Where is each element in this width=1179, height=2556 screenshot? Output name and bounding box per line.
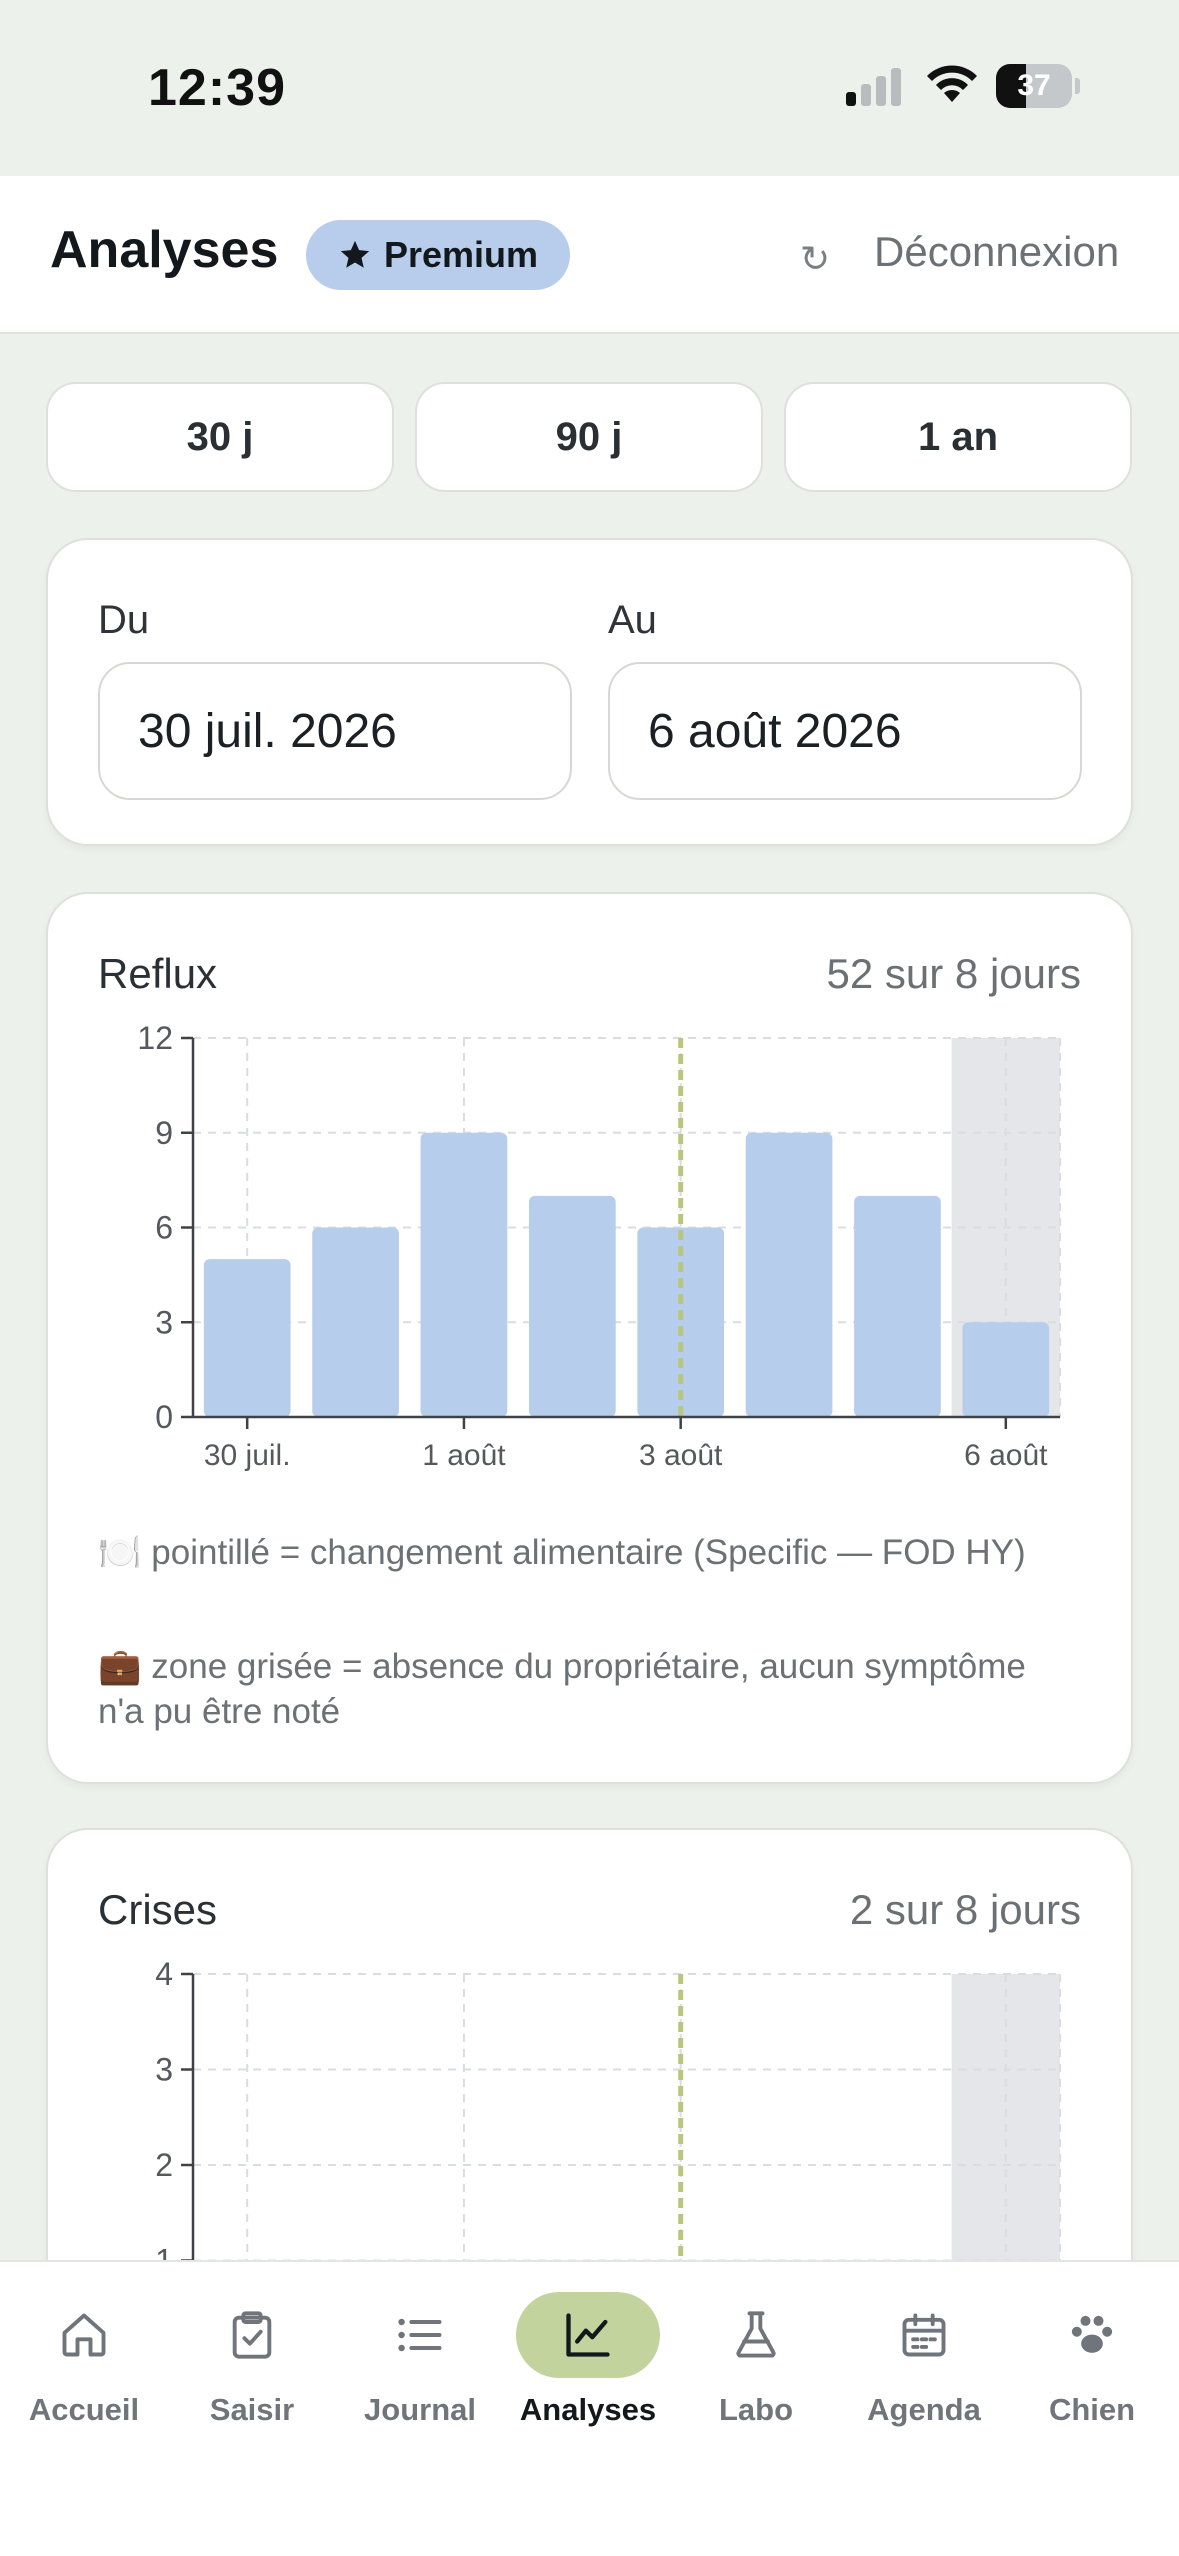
page-title: Analyses [50,221,279,279]
tab-accueil[interactable]: Accueil [0,2292,168,2452]
home-icon [12,2292,156,2378]
y-tick-label: 2 [155,2147,173,2183]
y-tick-label: 9 [155,1115,173,1151]
bar [745,1132,833,1417]
x-tick-label: 6 août [964,1439,1048,1472]
premium-badge: Premium [306,220,570,290]
y-tick-label: 6 [155,1210,173,1246]
calendar-icon [852,2292,996,2378]
star-icon [340,240,370,268]
tab-label: Labo [718,2392,794,2427]
tab-label: Saisir [209,2392,295,2427]
list-icon [348,2292,492,2378]
tab-label: Agenda [867,2392,981,2427]
tab-journal[interactable]: Journal [336,2292,504,2452]
x-tick-label: 30 juil. [204,1439,291,1472]
legend-food-change: 🍽️ pointillé = changement alimentaire (S… [98,1533,1026,1572]
x-tick-label: 1 août [422,1439,506,1472]
period-90d-button[interactable]: 90 j [415,382,763,492]
bottom-tab-bar: Accueil Saisir Journal Analyses Labo Age… [0,2260,1179,2556]
tab-analyses[interactable]: Analyses [504,2292,672,2452]
tab-label: Chien [1048,2392,1136,2427]
battery-level: 37 [1017,69,1051,102]
logout-button[interactable]: Déconnexion [874,228,1119,276]
tab-chien[interactable]: Chien [1008,2292,1176,2452]
tab-label: Analyses [519,2392,657,2427]
premium-badge-label: Premium [383,234,539,275]
date-range-card: Du 30 juil. 2026 Au 6 août 2026 [46,538,1133,846]
bar [420,1132,508,1417]
y-tick-label: 3 [155,2052,173,2088]
bar [203,1259,291,1417]
tab-saisir[interactable]: Saisir [168,2292,336,2452]
clipboard-check-icon [180,2292,324,2378]
bar [312,1227,399,1417]
tab-label: Accueil [28,2392,140,2427]
y-tick-label: 0 [155,1399,173,1435]
wifi-icon [927,65,977,102]
period-30d-button[interactable]: 30 j [46,382,394,492]
y-tick-label: 3 [155,1304,173,1340]
refresh-icon[interactable]: ↻ [800,238,830,280]
from-date-field[interactable]: 30 juil. 2026 [98,662,572,800]
paw-icon [1020,2292,1164,2378]
y-tick-label: 12 [137,1020,173,1056]
period-1y-button[interactable]: 1 an [784,382,1132,492]
to-label: Au [608,598,657,642]
tab-agenda[interactable]: Agenda [840,2292,1008,2452]
legend-owner-absence: 💼 zone grisée = absence du propriétaire,… [98,1647,1026,1731]
tab-label: Journal [364,2392,476,2427]
reflux-chart-card: Reflux 52 sur 8 jours 0 3 6 9 12 30 juil. 1 ao… [46,892,1133,1784]
tab-labo[interactable]: Labo [672,2292,840,2452]
x-tick-label: 3 août [639,1439,723,1472]
status-time: 12:39 [148,59,286,117]
bar [528,1195,616,1417]
battery-icon: 37 [996,64,1080,108]
flask-icon [684,2292,828,2378]
bar [854,1195,941,1417]
bar [962,1322,1050,1417]
reflux-bar-chart: 0 3 6 9 12 30 juil. 1 août 3 août 6 août [137,1020,1061,1472]
to-date-field[interactable]: 6 août 2026 [608,662,1082,800]
cellular-signal-icon [846,68,901,106]
status-bar: 12:39 37 [0,0,1179,176]
chart-line-icon [516,2292,660,2378]
y-tick-label: 4 [155,1956,173,1992]
app-header: Analyses Premium ↻ Déconnexion [0,176,1179,334]
from-label: Du [98,598,150,642]
